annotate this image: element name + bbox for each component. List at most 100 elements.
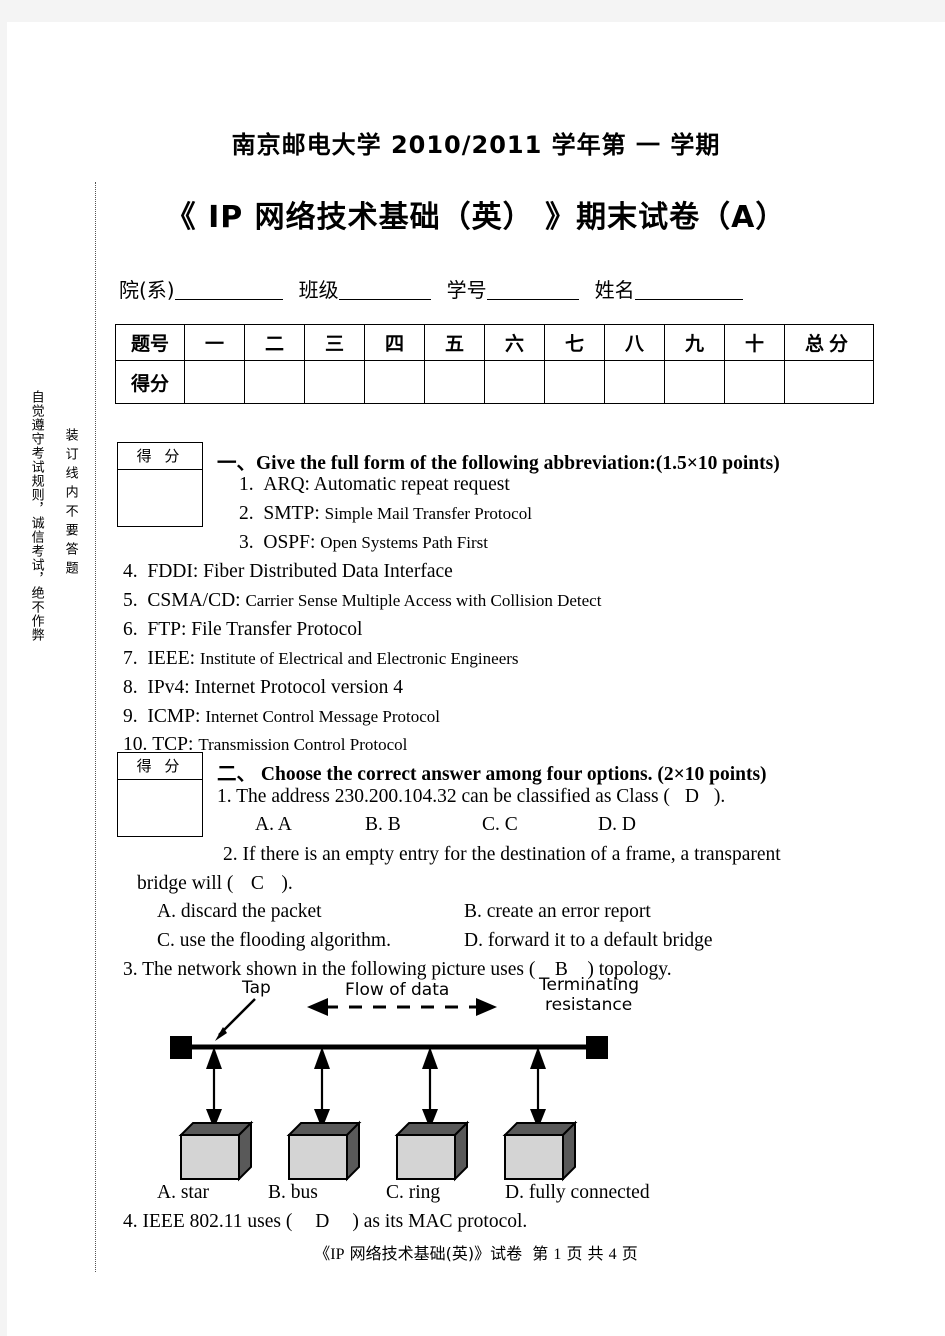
score-cell-total[interactable] xyxy=(784,360,874,404)
question-2-option-d[interactable]: D. forward it to a default bridge xyxy=(464,930,713,951)
score-box-section2-value[interactable] xyxy=(118,780,202,836)
abbr-num-7: 7. xyxy=(123,648,138,669)
abbr-key-4: FDDI: xyxy=(147,561,199,582)
abbr-num-6: 6. xyxy=(123,619,138,640)
question-2-option-c[interactable]: C. use the flooding algorithm. xyxy=(157,930,464,952)
exam-title: 《 IP 网络技术基础（英） 》期末试卷（A） xyxy=(165,200,787,235)
footer-title-close: 》试卷 xyxy=(474,1244,523,1263)
score-col-4: 四 xyxy=(364,324,425,361)
question-1-option-b[interactable]: B. B xyxy=(365,814,482,836)
question-4-prefix: 4. IEEE 802.11 uses ( xyxy=(123,1211,293,1232)
exam-page: 自觉遵守考试规则，诚信考试，绝不作弊 装订线内不要答题 南京邮电大学 2010/… xyxy=(7,22,945,1336)
score-col-8: 八 xyxy=(604,324,665,361)
abbr-num-2: 2. xyxy=(239,503,254,524)
section1-heading-text: Give the full form of the following abbr… xyxy=(256,453,780,474)
question-3-option-c[interactable]: C. ring xyxy=(386,1182,505,1204)
score-cell-5[interactable] xyxy=(424,360,485,404)
question-2-option-b[interactable]: B. create an error report xyxy=(464,901,651,922)
identity-field-row: 院(系) 班级 学号 姓名 xyxy=(119,274,743,303)
abbr-item-9: 9. ICMP: Internet Control Message Protoc… xyxy=(123,706,440,728)
score-cell-7[interactable] xyxy=(544,360,605,404)
score-col-6: 六 xyxy=(484,324,545,361)
drop-arrow-2 xyxy=(314,1047,330,1069)
footer-page-prefix: 第 xyxy=(532,1244,549,1263)
score-cell-9[interactable] xyxy=(664,360,725,404)
question-4-answer[interactable]: D xyxy=(292,1211,352,1233)
abbr-key-1: ARQ: xyxy=(263,474,310,495)
question-2-prefix: bridge will ( xyxy=(137,873,234,894)
score-col-1: 一 xyxy=(184,324,245,361)
score-col-10: 十 xyxy=(724,324,785,361)
score-col-7: 七 xyxy=(544,324,605,361)
section1-marker: 一、 xyxy=(217,453,257,474)
drop-arrow-1 xyxy=(206,1047,222,1069)
department-blank[interactable] xyxy=(174,299,283,300)
score-cell-8[interactable] xyxy=(604,360,665,404)
abbr-key-3: OSPF: xyxy=(263,532,316,553)
question-1-option-c[interactable]: C. C xyxy=(482,814,598,836)
page-footer: 《IP 网络技术基础(英)》试卷 第 1 页 共 4 页 xyxy=(7,1240,945,1264)
footer-page-middle: 页 共 xyxy=(566,1244,604,1263)
flow-of-data-label: Flow of data xyxy=(345,980,449,1000)
pledge-vertical-text: 自觉遵守考试规则，诚信考试，绝不作弊 xyxy=(28,390,44,642)
score-table-header-row: 题号 一 二 三 四 五 六 七 八 九 十 总分 xyxy=(115,324,874,361)
section1-heading: 一、Give the full form of the following ab… xyxy=(217,446,780,475)
abbr-item-6: 6. FTP: File Transfer Protocol xyxy=(123,619,362,641)
name-blank[interactable] xyxy=(634,299,743,300)
section2-marker: 二、 xyxy=(217,764,257,785)
question-2-option-a[interactable]: A. discard the packet xyxy=(157,901,464,923)
question-1-text: 1. The address 230.200.104.32 can be cla… xyxy=(217,786,670,807)
question-1-option-d[interactable]: D. D xyxy=(598,814,636,835)
terminating-resistance-label-line1: Terminating xyxy=(538,977,639,995)
identity-field-class: 班级 xyxy=(299,274,431,303)
question-3-option-b[interactable]: B. bus xyxy=(268,1182,386,1204)
question-1-tail: ). xyxy=(713,786,726,807)
student-id-blank[interactable] xyxy=(486,299,579,300)
terminating-resistance-label-line2: resistance xyxy=(545,995,632,1015)
score-box-section1-value[interactable] xyxy=(118,470,202,526)
section2-heading-text: Choose the correct answer among four opt… xyxy=(260,764,767,785)
abbr-key-8: IPv4: xyxy=(147,677,190,698)
abbr-item-2: 2. SMTP: Simple Mail Transfer Protocol xyxy=(239,503,532,525)
station-node-4 xyxy=(502,1120,578,1182)
question-2-answer[interactable]: C xyxy=(233,873,281,895)
score-cell-4[interactable] xyxy=(364,360,425,404)
question-1-answer[interactable]: D xyxy=(670,786,714,808)
score-box-section2: 得 分 xyxy=(117,752,203,837)
terminator-left xyxy=(170,1036,192,1059)
footer-page-suffix: 页 xyxy=(621,1244,638,1263)
score-table-value-row: 得分 xyxy=(115,360,874,404)
score-cell-10[interactable] xyxy=(724,360,785,404)
score-cell-3[interactable] xyxy=(304,360,365,404)
drop-arrow-3 xyxy=(422,1047,438,1069)
question-3-option-a[interactable]: A. star xyxy=(157,1182,268,1204)
abbr-item-5: 5. CSMA/CD: Carrier Sense Multiple Acces… xyxy=(123,590,601,612)
score-col-2: 二 xyxy=(244,324,305,361)
score-table-row-label-score: 得分 xyxy=(115,360,185,404)
question-2-options-row2: C. use the flooding algorithm. D. forward… xyxy=(157,930,713,952)
abbr-num-5: 5. xyxy=(123,590,138,611)
score-cell-1[interactable] xyxy=(184,360,245,404)
score-cell-2[interactable] xyxy=(244,360,305,404)
score-table-row-label-question: 题号 xyxy=(115,324,185,361)
score-col-5: 五 xyxy=(424,324,485,361)
question-1-option-a[interactable]: A. A xyxy=(255,814,365,836)
abbr-exp-1: Automatic repeat request xyxy=(313,474,510,495)
bus-topology-figure: Tap Flow of data Terminating resistance xyxy=(167,975,667,1182)
abbr-exp-3: Open Systems Path First xyxy=(320,533,488,552)
tap-label: Tap xyxy=(241,978,271,998)
question-1-stem: 1. The address 230.200.104.32 can be cla… xyxy=(217,786,725,808)
score-box-section1-label: 得 分 xyxy=(118,443,202,470)
university-term-line: 南京邮电大学 2010/2011 学年第 一 学期 xyxy=(231,131,721,159)
footer-title-cn: 网络技术基础(英) xyxy=(349,1244,475,1263)
identity-field-department: 院(系) xyxy=(119,274,283,303)
question-2-line1: 2. If there is an empty entry for the de… xyxy=(223,844,781,865)
drop-arrow-4 xyxy=(530,1047,546,1069)
abbr-exp-9: Internet Control Message Protocol xyxy=(205,707,441,726)
score-cell-6[interactable] xyxy=(484,360,545,404)
class-blank[interactable] xyxy=(338,299,431,300)
question-2-suffix: ). xyxy=(281,873,293,894)
section2-heading: 二、 Choose the correct answer among four … xyxy=(217,757,767,786)
question-4-suffix: ) as its MAC protocol. xyxy=(352,1211,528,1232)
question-3-option-d[interactable]: D. fully connected xyxy=(505,1182,650,1203)
